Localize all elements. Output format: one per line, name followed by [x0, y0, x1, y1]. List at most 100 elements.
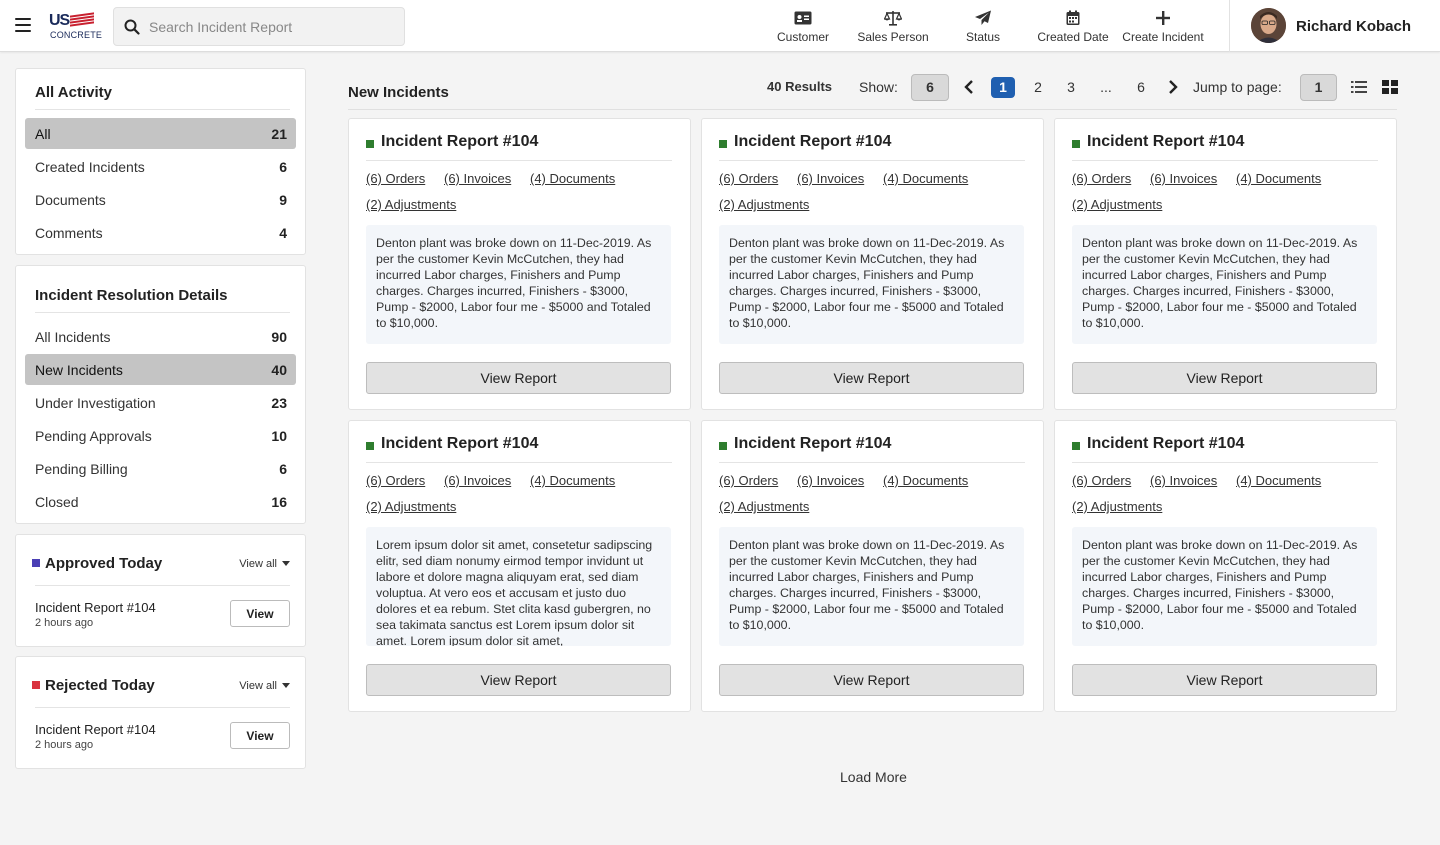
orders-link[interactable]: (6) Orders	[1072, 473, 1131, 488]
logo-concrete-text: CONCRETE	[50, 30, 103, 40]
orders-link[interactable]: (6) Orders	[366, 171, 425, 186]
results-count: 40 Results	[767, 79, 833, 94]
avatar[interactable]	[1251, 8, 1286, 43]
search-box	[113, 7, 405, 46]
approved-item-time: 2 hours ago	[35, 617, 94, 629]
show-label: Show:	[859, 79, 898, 95]
grid-view-icon[interactable]	[1382, 80, 1398, 94]
adjustments-link[interactable]: (2) Adjustments	[1072, 197, 1162, 212]
page-size-select[interactable]: 6	[911, 74, 949, 101]
resolution-item-pending-approvals[interactable]: Pending Approvals 10	[25, 420, 296, 451]
create-incident-label: Create Incident	[1122, 30, 1204, 44]
approved-view-button[interactable]: View	[230, 600, 290, 627]
search-icon	[124, 19, 140, 35]
resolution-item-new-incidents[interactable]: New Incidents 40	[25, 354, 296, 385]
divider	[1072, 160, 1378, 161]
customer-filter-button[interactable]: Customer	[758, 0, 848, 52]
status-indicator	[719, 442, 727, 450]
rejected-view-button[interactable]: View	[230, 722, 290, 749]
activity-item-count: 6	[279, 159, 287, 175]
invoices-link[interactable]: (6) Invoices	[797, 171, 864, 186]
approved-today-panel: Approved Today View all Incident Report …	[15, 534, 306, 647]
invoices-link[interactable]: (6) Invoices	[444, 171, 511, 186]
resolution-item-label: Closed	[35, 494, 79, 510]
view-report-button[interactable]: View Report	[366, 362, 671, 394]
list-view-icon[interactable]	[1351, 80, 1367, 94]
activity-item-count: 9	[279, 192, 287, 208]
approved-view-all-dropdown[interactable]: View all	[239, 558, 290, 570]
activity-item-label: All	[35, 126, 51, 142]
documents-link[interactable]: (4) Documents	[1236, 171, 1321, 186]
calendar-icon	[1066, 10, 1080, 25]
documents-link[interactable]: (4) Documents	[1236, 473, 1321, 488]
resolution-item-under-investigation[interactable]: Under Investigation 23	[25, 387, 296, 418]
adjustments-link[interactable]: (2) Adjustments	[719, 499, 809, 514]
view-report-button[interactable]: View Report	[719, 664, 1024, 696]
documents-link[interactable]: (4) Documents	[883, 171, 968, 186]
status-filter-button[interactable]: Status	[938, 0, 1028, 52]
resolution-item-pending-billing[interactable]: Pending Billing 6	[25, 453, 296, 484]
view-all-label: View all	[239, 680, 277, 692]
adjustments-link[interactable]: (2) Adjustments	[1072, 499, 1162, 514]
load-more-link[interactable]: Load More	[840, 769, 907, 785]
incident-resolution-panel: Incident Resolution Details All Incident…	[15, 265, 306, 524]
documents-link[interactable]: (4) Documents	[530, 171, 615, 186]
incident-description: Denton plant was broke down on 11-Dec-20…	[719, 225, 1024, 344]
user-profile[interactable]: Richard Kobach	[1229, 0, 1440, 52]
jump-to-page-input[interactable]: 1	[1300, 74, 1337, 101]
incident-description: Denton plant was broke down on 11-Dec-20…	[1072, 225, 1377, 344]
activity-item-comments[interactable]: Comments 4	[25, 217, 296, 248]
divider	[35, 109, 290, 110]
view-report-button[interactable]: View Report	[1072, 362, 1377, 394]
invoices-link[interactable]: (6) Invoices	[1150, 473, 1217, 488]
chevron-right-icon[interactable]	[1167, 79, 1179, 95]
divider	[1072, 462, 1378, 463]
adjustments-link[interactable]: (2) Adjustments	[366, 197, 456, 212]
incident-description: Denton plant was broke down on 11-Dec-20…	[366, 225, 671, 344]
activity-item-created-incidents[interactable]: Created Incidents 6	[25, 151, 296, 182]
activity-item-count: 21	[271, 126, 287, 142]
status-indicator	[1072, 140, 1080, 148]
invoices-link[interactable]: (6) Invoices	[1150, 171, 1217, 186]
resolution-item-count: 90	[271, 329, 287, 345]
view-report-button[interactable]: View Report	[366, 664, 671, 696]
orders-link[interactable]: (6) Orders	[719, 171, 778, 186]
approved-status-square	[32, 559, 40, 567]
adjustments-link[interactable]: (2) Adjustments	[719, 197, 809, 212]
divider	[348, 109, 1397, 110]
search-input[interactable]	[149, 8, 399, 45]
divider	[35, 707, 290, 708]
hamburger-menu-icon[interactable]	[15, 18, 31, 32]
resolution-item-all-incidents[interactable]: All Incidents 90	[25, 321, 296, 352]
sales-person-filter-button[interactable]: Sales Person	[848, 0, 938, 52]
chevron-left-icon[interactable]	[963, 79, 975, 95]
orders-link[interactable]: (6) Orders	[1072, 171, 1131, 186]
rejected-view-all-dropdown[interactable]: View all	[239, 680, 290, 692]
orders-link[interactable]: (6) Orders	[366, 473, 425, 488]
caret-down-icon	[282, 683, 290, 688]
invoices-link[interactable]: (6) Invoices	[444, 473, 511, 488]
us-concrete-logo[interactable]: US CONCRETE	[49, 12, 102, 42]
page-link-1[interactable]: 1	[991, 77, 1015, 98]
create-incident-button[interactable]: Create Incident	[1118, 0, 1208, 52]
incident-description: Lorem ipsum dolor sit amet, consetetur s…	[366, 527, 671, 646]
view-report-button[interactable]: View Report	[719, 362, 1024, 394]
activity-item-all[interactable]: All 21	[25, 118, 296, 149]
orders-link[interactable]: (6) Orders	[719, 473, 778, 488]
page-link-6[interactable]: 6	[1129, 79, 1153, 95]
page-link-2[interactable]: 2	[1026, 79, 1050, 95]
resolution-item-closed[interactable]: Closed 16	[25, 486, 296, 517]
invoices-link[interactable]: (6) Invoices	[797, 473, 864, 488]
user-photo-icon	[1251, 8, 1286, 43]
created-date-filter-button[interactable]: Created Date	[1028, 0, 1118, 52]
adjustments-link[interactable]: (2) Adjustments	[366, 499, 456, 514]
approved-item-title: Incident Report #104	[35, 600, 156, 615]
page-link-3[interactable]: 3	[1059, 79, 1083, 95]
documents-link[interactable]: (4) Documents	[530, 473, 615, 488]
documents-link[interactable]: (4) Documents	[883, 473, 968, 488]
activity-item-documents[interactable]: Documents 9	[25, 184, 296, 215]
view-report-button[interactable]: View Report	[1072, 664, 1377, 696]
view-all-label: View all	[239, 558, 277, 570]
incident-card: Incident Report #104 (6) Orders (6) Invo…	[348, 118, 691, 410]
incident-description: Denton plant was broke down on 11-Dec-20…	[719, 527, 1024, 646]
